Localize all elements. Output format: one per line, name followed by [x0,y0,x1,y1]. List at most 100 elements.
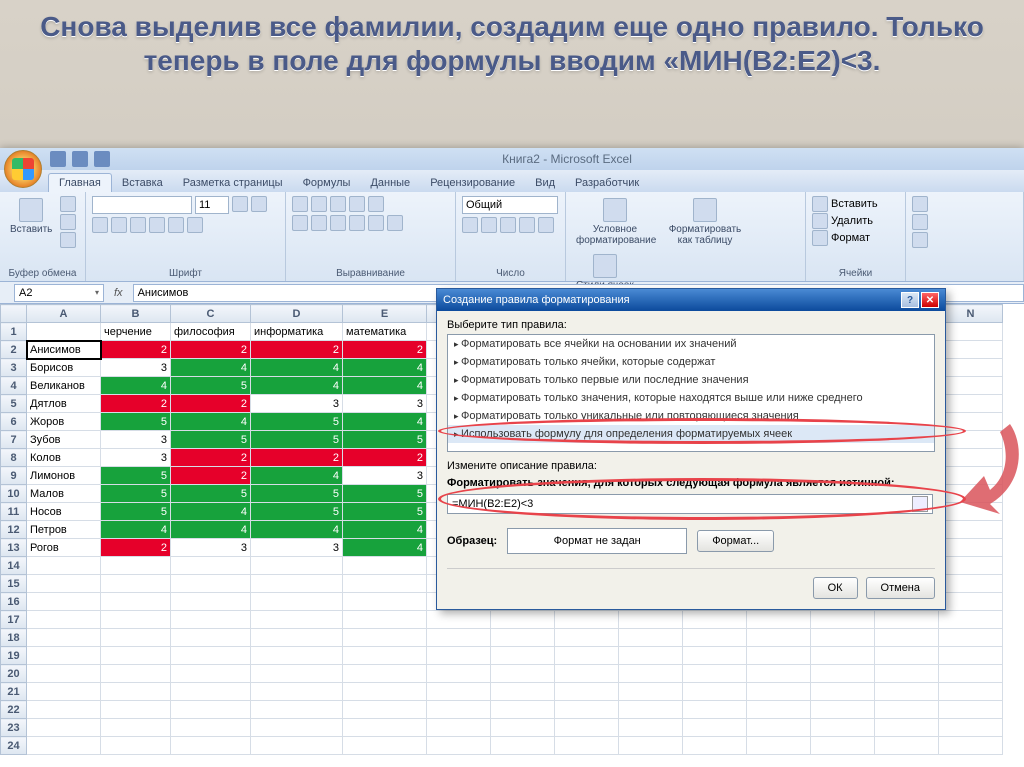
rule-type-option[interactable]: Использовать формулу для определения фор… [448,425,934,443]
cell-C13[interactable]: 3 [171,539,251,557]
cell-A13[interactable]: Рогов [27,539,101,557]
cell-D6[interactable]: 5 [251,413,343,431]
cell-F20[interactable] [427,665,491,683]
cell-B1[interactable]: черчение [101,323,171,341]
office-button[interactable] [4,150,42,188]
cell-A5[interactable]: Дятлов [27,395,101,413]
border-icon[interactable] [149,217,165,233]
cell-B4[interactable]: 4 [101,377,171,395]
cell-A3[interactable]: Борисов [27,359,101,377]
cell-M23[interactable] [875,719,939,737]
cell-A18[interactable] [27,629,101,647]
cell-J21[interactable] [683,683,747,701]
cell-A10[interactable]: Малов [27,485,101,503]
dialog-close-button[interactable]: ✕ [921,292,939,308]
fill-icon[interactable] [912,214,928,230]
font-color-icon[interactable] [187,217,203,233]
cell-N18[interactable] [939,629,1003,647]
align-middle-icon[interactable] [311,196,327,212]
cell-A24[interactable] [27,737,101,755]
cell-D12[interactable]: 4 [251,521,343,539]
rule-type-option[interactable]: Форматировать все ячейки на основании их… [448,335,934,353]
cell-B22[interactable] [101,701,171,719]
cell-D24[interactable] [251,737,343,755]
cell-N9[interactable] [939,467,1003,485]
cell-E23[interactable] [343,719,427,737]
cell-M20[interactable] [875,665,939,683]
clear-icon[interactable] [912,232,928,248]
cell-L17[interactable] [811,611,875,629]
tab-insert[interactable]: Вставка [112,174,173,192]
cell-A7[interactable]: Зубов [27,431,101,449]
cell-E21[interactable] [343,683,427,701]
insert-cells-icon[interactable] [812,196,828,212]
currency-icon[interactable] [462,217,478,233]
row-header-1[interactable]: 1 [1,323,27,341]
copy-icon[interactable] [60,214,76,230]
tab-pagelayout[interactable]: Разметка страницы [173,174,293,192]
cell-C17[interactable] [171,611,251,629]
cell-C1[interactable]: философия [171,323,251,341]
cell-L19[interactable] [811,647,875,665]
cell-C9[interactable]: 2 [171,467,251,485]
cell-N6[interactable] [939,413,1003,431]
row-header-20[interactable]: 20 [1,665,27,683]
cell-C22[interactable] [171,701,251,719]
row-header-12[interactable]: 12 [1,521,27,539]
cell-C12[interactable]: 4 [171,521,251,539]
cell-H23[interactable] [555,719,619,737]
cell-F24[interactable] [427,737,491,755]
redo-icon[interactable] [94,151,110,167]
cell-J18[interactable] [683,629,747,647]
cell-C16[interactable] [171,593,251,611]
cell-E24[interactable] [343,737,427,755]
cell-D20[interactable] [251,665,343,683]
format-button[interactable]: Формат... [697,530,774,552]
cell-G23[interactable] [491,719,555,737]
wrap-text-icon[interactable] [368,196,384,212]
cell-C6[interactable]: 4 [171,413,251,431]
cell-G19[interactable] [491,647,555,665]
cell-A2[interactable]: Анисимов [27,341,101,359]
fontsize-combo[interactable]: 11 [195,196,229,214]
cell-H24[interactable] [555,737,619,755]
row-header-24[interactable]: 24 [1,737,27,755]
number-format-combo[interactable]: Общий [462,196,558,214]
column-header-D[interactable]: D [251,305,343,323]
cell-A1[interactable] [27,323,101,341]
cancel-button[interactable]: Отмена [866,577,935,599]
cell-A14[interactable] [27,557,101,575]
row-header-16[interactable]: 16 [1,593,27,611]
range-picker-icon[interactable] [912,496,928,512]
cell-B15[interactable] [101,575,171,593]
cell-C19[interactable] [171,647,251,665]
row-header-17[interactable]: 17 [1,611,27,629]
cell-J19[interactable] [683,647,747,665]
cell-A22[interactable] [27,701,101,719]
cell-N10[interactable] [939,485,1003,503]
indent-dec-icon[interactable] [349,215,365,231]
indent-inc-icon[interactable] [368,215,384,231]
cell-I23[interactable] [619,719,683,737]
cell-L20[interactable] [811,665,875,683]
conditional-formatting-button[interactable]: Условное форматирование [572,196,658,248]
cell-C21[interactable] [171,683,251,701]
paste-button[interactable]: Вставить [6,196,56,237]
cell-B7[interactable]: 3 [101,431,171,449]
cell-B19[interactable] [101,647,171,665]
cell-E15[interactable] [343,575,427,593]
tab-data[interactable]: Данные [360,174,420,192]
cell-E2[interactable]: 2 [343,341,427,359]
cell-L18[interactable] [811,629,875,647]
cell-F23[interactable] [427,719,491,737]
cell-M22[interactable] [875,701,939,719]
cell-M24[interactable] [875,737,939,755]
cell-N8[interactable] [939,449,1003,467]
cell-D8[interactable]: 2 [251,449,343,467]
cell-H22[interactable] [555,701,619,719]
cell-N19[interactable] [939,647,1003,665]
cell-B9[interactable]: 5 [101,467,171,485]
format-cells-icon[interactable] [812,230,828,246]
fill-color-icon[interactable] [168,217,184,233]
align-center-icon[interactable] [311,215,327,231]
